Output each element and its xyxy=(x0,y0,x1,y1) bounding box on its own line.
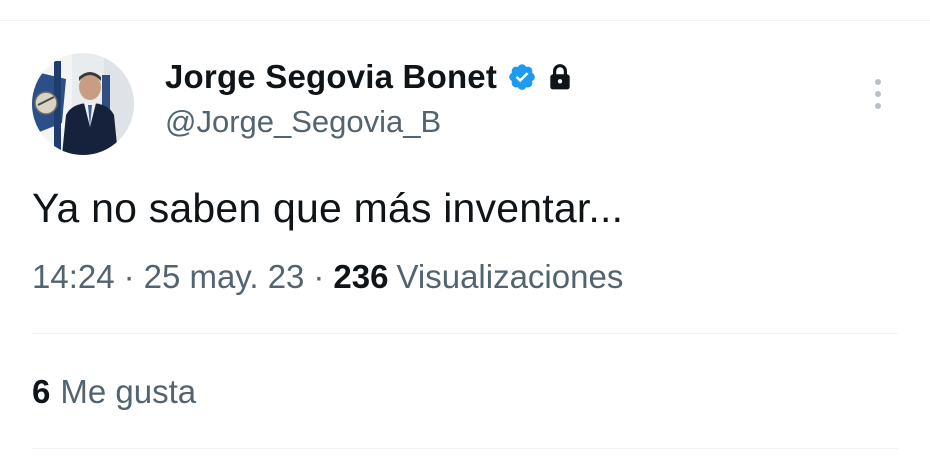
likes-stat[interactable]: 6 Me gusta xyxy=(32,373,196,411)
likes-count: 6 xyxy=(32,373,51,410)
profile-photo-icon xyxy=(32,53,134,155)
stats-divider xyxy=(32,333,898,334)
more-dot xyxy=(875,91,881,97)
author-handle[interactable]: @Jorge_Segovia_B xyxy=(165,104,441,140)
meta-separator: · xyxy=(313,258,325,295)
top-divider xyxy=(0,20,930,21)
avatar[interactable] xyxy=(32,53,134,155)
meta-separator: · xyxy=(123,258,135,295)
tweet-meta: 14:24 · 25 may. 23 · 236 Visualizaciones xyxy=(32,258,623,296)
more-dot xyxy=(875,103,881,109)
verified-badge-icon[interactable] xyxy=(507,62,537,92)
tweet-date[interactable]: 25 may. 23 xyxy=(144,258,305,295)
tweet-time[interactable]: 14:24 xyxy=(32,258,115,295)
lock-icon xyxy=(547,63,573,91)
tweet-text: Ya no saben que más inventar... xyxy=(32,185,624,231)
views-label[interactable]: Visualizaciones xyxy=(396,258,623,295)
more-options-button[interactable] xyxy=(866,74,890,114)
bottom-divider xyxy=(32,448,898,449)
views-count[interactable]: 236 xyxy=(333,258,388,295)
author-display-name[interactable]: Jorge Segovia Bonet xyxy=(165,58,497,96)
likes-label: Me gusta xyxy=(60,373,197,410)
more-dot xyxy=(875,79,881,85)
author-row: Jorge Segovia Bonet xyxy=(165,57,573,97)
